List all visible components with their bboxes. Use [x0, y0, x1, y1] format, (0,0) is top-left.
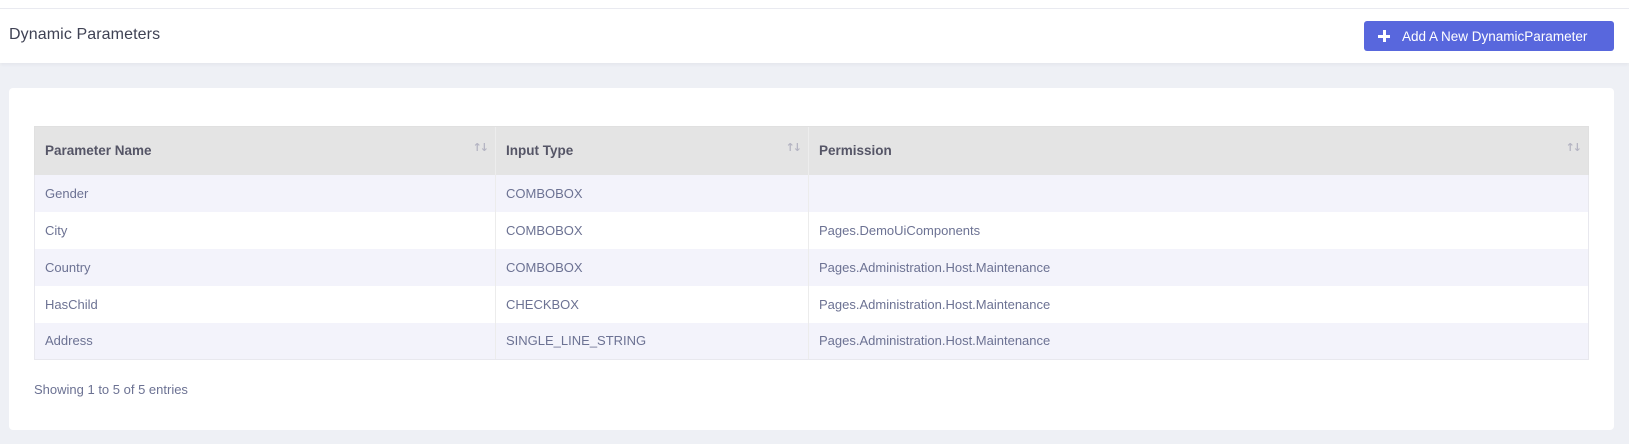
sort-icon[interactable]: ↑↓	[786, 141, 803, 154]
column-header-label: Input Type	[506, 143, 574, 159]
column-header-permission[interactable]: Permission ↑↓	[808, 126, 1589, 175]
dynamic-parameters-table: Parameter Name ↑↓ Input Type ↑↓ Permissi…	[34, 126, 1589, 360]
table-row[interactable]: HasChild CHECKBOX Pages.Administration.H…	[34, 285, 1589, 323]
table-row[interactable]: City COMBOBOX Pages.DemoUiComponents	[34, 211, 1589, 249]
table-row[interactable]: Address SINGLE_LINE_STRING Pages.Adminis…	[34, 322, 1589, 360]
sort-icon[interactable]: ↑↓	[1566, 141, 1583, 154]
cell-input-type: COMBOBOX	[495, 174, 809, 212]
cell-input-type: COMBOBOX	[495, 211, 809, 249]
column-header-label: Parameter Name	[45, 143, 152, 159]
table-card: Parameter Name ↑↓ Input Type ↑↓ Permissi…	[9, 88, 1614, 430]
table-row[interactable]: Country COMBOBOX Pages.Administration.Ho…	[34, 248, 1589, 286]
add-button-label: Add A New DynamicParameter	[1402, 28, 1588, 44]
cell-permission: Pages.Administration.Host.Maintenance	[808, 322, 1589, 360]
cell-permission	[808, 174, 1589, 212]
cell-permission: Pages.Administration.Host.Maintenance	[808, 248, 1589, 286]
column-header-parameter-name[interactable]: Parameter Name ↑↓	[34, 126, 496, 175]
cell-permission: Pages.DemoUiComponents	[808, 211, 1589, 249]
subheader: Dynamic Parameters Add A New DynamicPara…	[0, 9, 1629, 63]
page-title: Dynamic Parameters	[9, 26, 161, 43]
top-bar	[0, 0, 1629, 9]
cell-parameter-name: Gender	[34, 174, 496, 212]
cell-input-type: COMBOBOX	[495, 248, 809, 286]
add-dynamic-parameter-button[interactable]: Add A New DynamicParameter	[1364, 21, 1614, 51]
plus-icon	[1376, 28, 1392, 44]
cell-parameter-name: HasChild	[34, 285, 496, 323]
cell-parameter-name: Address	[34, 322, 496, 360]
cell-parameter-name: Country	[34, 248, 496, 286]
table-info: Showing 1 to 5 of 5 entries	[34, 382, 188, 397]
cell-parameter-name: City	[34, 211, 496, 249]
cell-permission: Pages.Administration.Host.Maintenance	[808, 285, 1589, 323]
column-header-label: Permission	[819, 143, 892, 159]
cell-input-type: CHECKBOX	[495, 285, 809, 323]
table-row[interactable]: Gender COMBOBOX	[34, 174, 1589, 212]
sort-icon[interactable]: ↑↓	[473, 141, 490, 154]
column-header-input-type[interactable]: Input Type ↑↓	[495, 126, 809, 175]
table-header-row: Parameter Name ↑↓ Input Type ↑↓ Permissi…	[34, 126, 1589, 175]
cell-input-type: SINGLE_LINE_STRING	[495, 322, 809, 360]
